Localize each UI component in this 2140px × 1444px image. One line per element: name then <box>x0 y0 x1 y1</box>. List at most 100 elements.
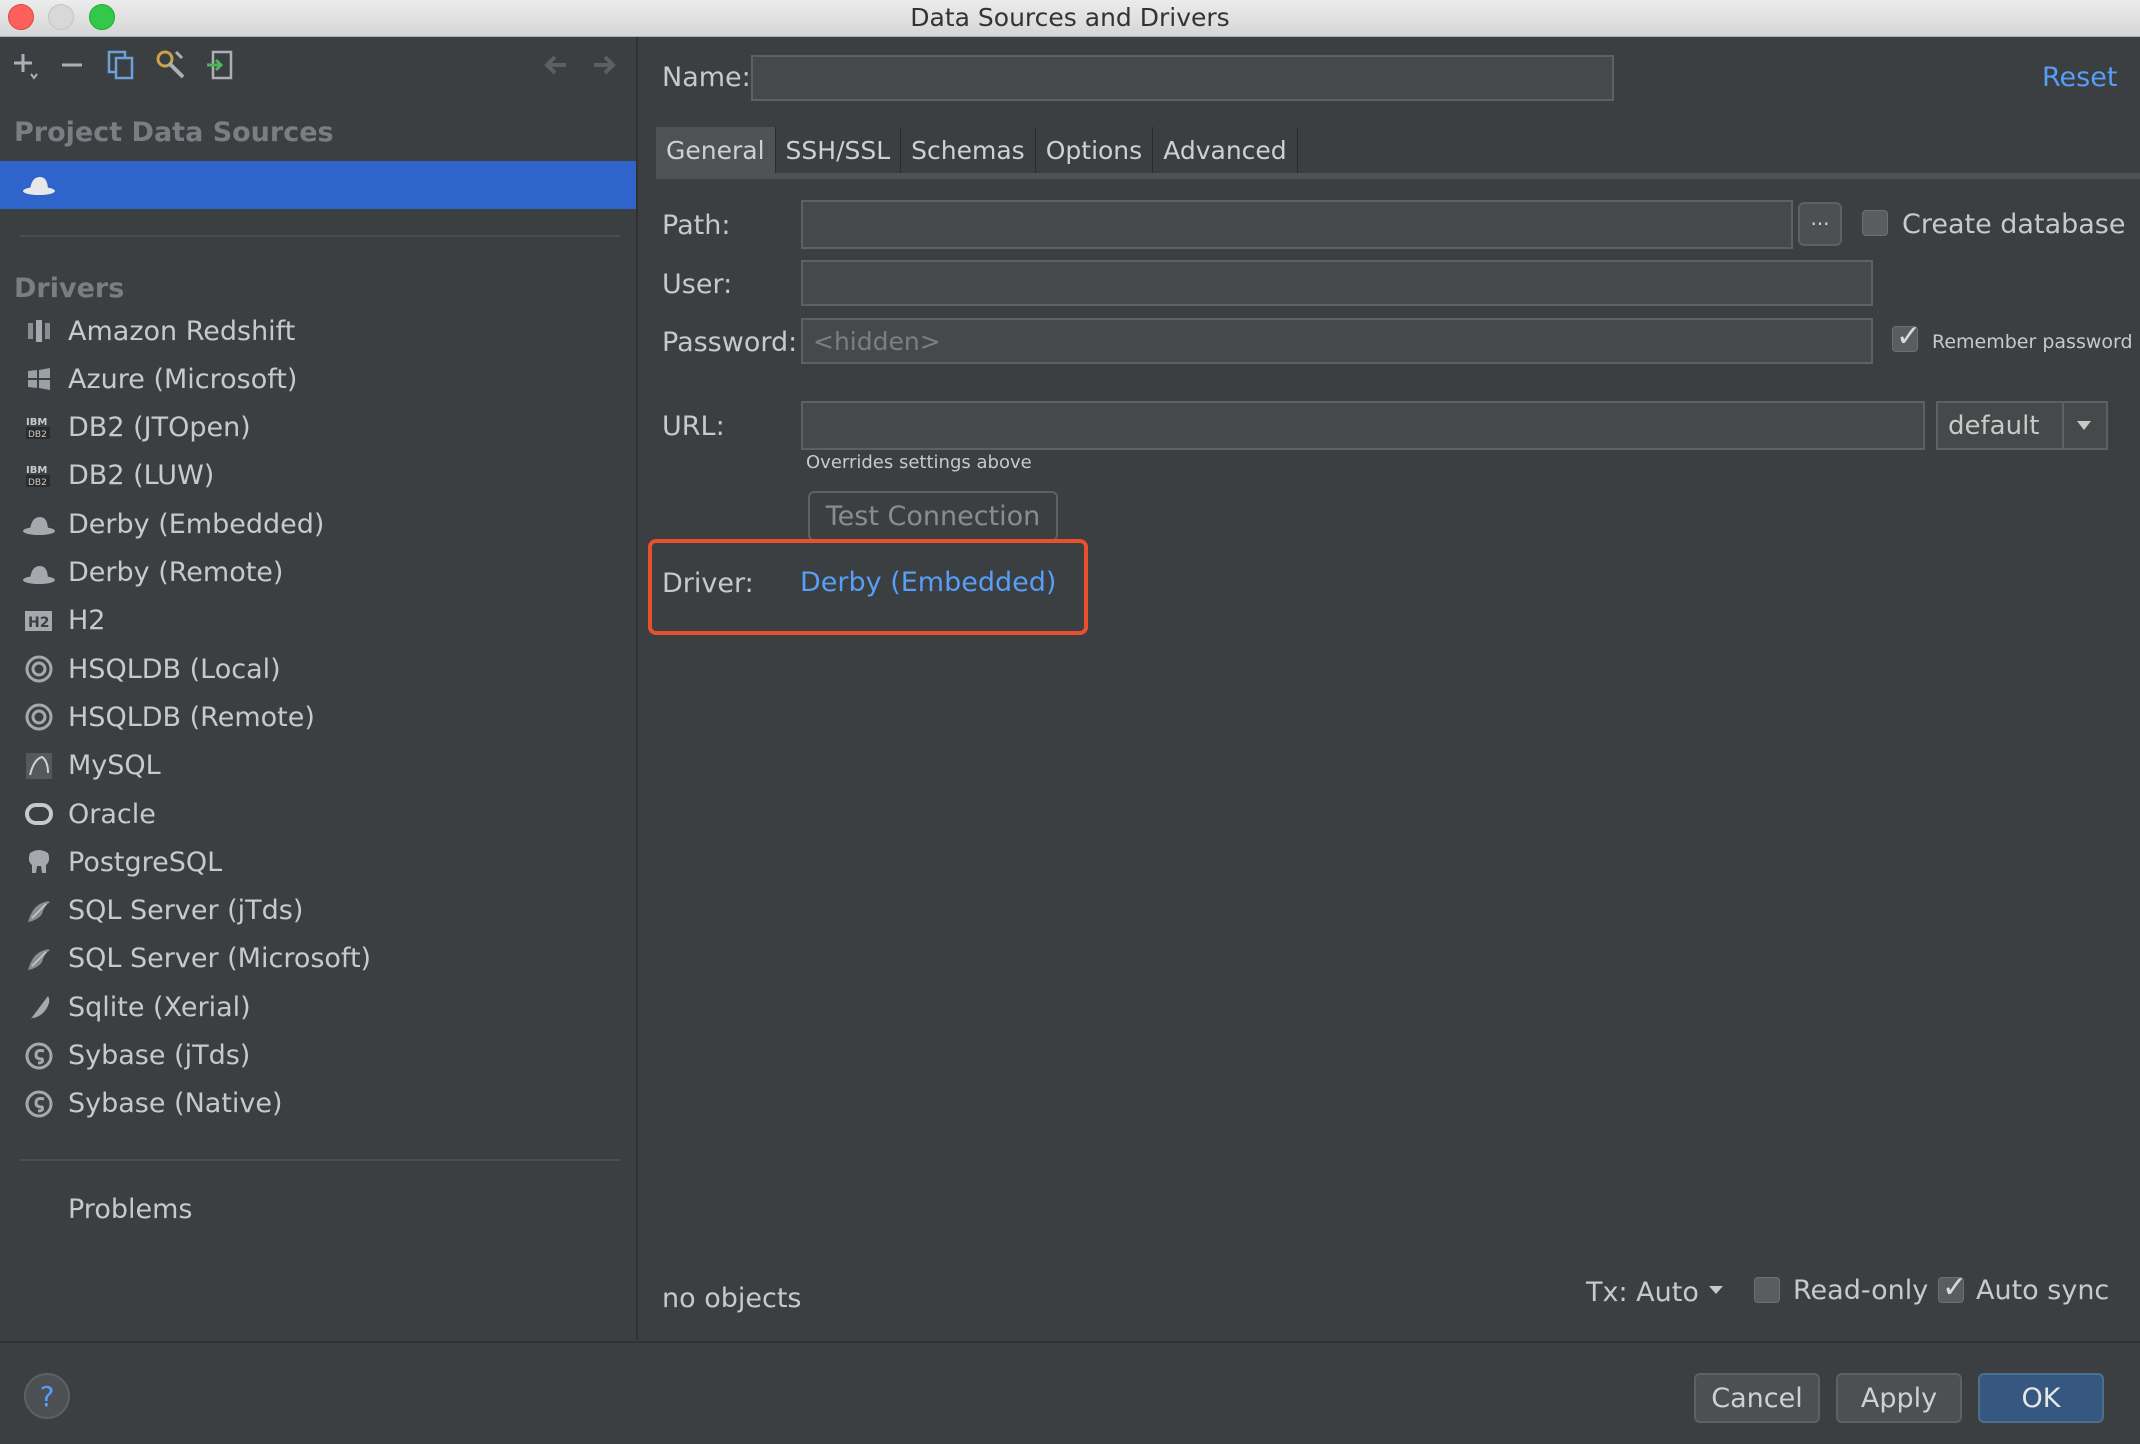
title-bar: Data Sources and Drivers <box>0 0 2140 37</box>
tab-underline <box>656 173 2140 179</box>
help-button[interactable]: ? <box>24 1373 70 1419</box>
remember-password-checkbox[interactable] <box>1892 319 1921 354</box>
sqlserver-icon <box>22 942 56 976</box>
auto-sync-checkbox[interactable] <box>1938 1270 1967 1305</box>
password-label: Password: <box>662 327 798 358</box>
drivers-title: Drivers <box>14 273 125 304</box>
problems-item[interactable]: Problems <box>68 1194 192 1225</box>
url-mode-value: default <box>1948 411 2040 441</box>
create-database-checkbox[interactable] <box>1862 210 1888 236</box>
user-input[interactable] <box>801 260 1873 306</box>
driver-link[interactable]: Derby (Embedded) <box>800 567 1056 598</box>
windows-icon <box>22 362 56 396</box>
apply-button[interactable]: Apply <box>1836 1373 1962 1423</box>
driver-item-label: H2 <box>68 605 106 637</box>
driver-item-label: DB2 (LUW) <box>68 460 215 492</box>
driver-item-label: Sybase (Native) <box>68 1088 283 1120</box>
remove-icon[interactable] <box>52 45 92 85</box>
oracle-icon <box>22 797 56 831</box>
driver-item[interactable]: MySQL <box>0 742 636 790</box>
driver-item[interactable]: Sybase (Native) <box>0 1080 636 1128</box>
tx-mode-dropdown[interactable]: Tx: Auto <box>1586 1272 1725 1312</box>
duplicate-icon[interactable] <box>101 45 141 85</box>
hsqldb-icon <box>22 700 56 734</box>
driver-item[interactable]: Sybase (jTds) <box>0 1032 636 1080</box>
url-mode-select[interactable]: default <box>1936 401 2108 450</box>
chevron-down-icon <box>1707 1281 1725 1303</box>
password-input[interactable] <box>801 318 1873 364</box>
driver-item-label: PostgreSQL <box>68 846 223 878</box>
forward-arrow-icon[interactable] <box>585 45 625 85</box>
driver-item-label: Sybase (jTds) <box>68 1040 251 1071</box>
path-label: Path: <box>662 210 731 241</box>
derby-hat-icon <box>22 169 56 203</box>
main-panel: Name: Reset General SSH/SSL Schemas Opti… <box>638 37 2140 1340</box>
driver-settings-icon[interactable] <box>151 45 191 85</box>
back-arrow-icon[interactable] <box>535 45 575 85</box>
driver-label: Driver: <box>662 568 754 599</box>
auto-sync-label: Auto sync <box>1976 1275 2110 1306</box>
ibm-db2-icon: IBM DB2 <box>22 459 56 493</box>
browse-path-button[interactable]: ··· <box>1798 202 1842 246</box>
reset-link[interactable]: Reset <box>2042 62 2117 93</box>
tab-options[interactable]: Options <box>1036 127 1154 173</box>
sidebar-divider <box>20 235 620 237</box>
driver-item[interactable]: Amazon Redshift <box>0 307 636 355</box>
driver-item[interactable]: H2 H2 <box>0 597 636 645</box>
tab-advanced[interactable]: Advanced <box>1153 127 1298 173</box>
add-icon[interactable] <box>6 45 46 85</box>
url-hint: Overrides settings above <box>806 452 1032 473</box>
driver-item[interactable]: Sqlite (Xerial) <box>0 983 636 1031</box>
h2-icon: H2 <box>22 604 56 638</box>
remember-password-label: Remember password <box>1932 331 2133 353</box>
svg-text:IBM: IBM <box>26 465 47 476</box>
driver-item-label: DB2 (JTOpen) <box>68 412 251 444</box>
driver-item[interactable]: Derby (Remote) <box>0 549 636 597</box>
driver-item[interactable]: PostgreSQL <box>0 838 636 886</box>
ibm-db2-icon: IBM DB2 <box>22 411 56 445</box>
derby-hat-icon <box>22 507 56 541</box>
read-only-label: Read-only <box>1793 1275 1929 1306</box>
tab-ssh-ssl[interactable]: SSH/SSL <box>776 127 902 173</box>
selected-data-source-row[interactable] <box>0 161 636 209</box>
sidebar-divider-bottom <box>20 1159 620 1161</box>
status-text: no objects <box>662 1283 802 1314</box>
name-input[interactable] <box>751 55 1614 101</box>
sidebar: Project Data Sources Drivers Amazon Reds… <box>0 37 638 1340</box>
driver-item-label: Amazon Redshift <box>68 315 296 347</box>
ok-button[interactable]: OK <box>1978 1373 2104 1423</box>
tab-bar: General SSH/SSL Schemas Options Advanced <box>656 127 1298 173</box>
driver-item[interactable]: Oracle <box>0 790 636 838</box>
driver-item-label: Oracle <box>68 798 156 830</box>
dialog-footer: ? Cancel Apply OK <box>0 1341 2140 1444</box>
sidebar-toolbar <box>0 37 636 97</box>
import-icon[interactable] <box>201 45 241 85</box>
read-only-checkbox[interactable] <box>1754 1277 1780 1303</box>
url-input[interactable] <box>801 401 1925 450</box>
driver-item-label: Sqlite (Xerial) <box>68 991 251 1023</box>
driver-item[interactable]: IBM DB2 DB2 (LUW) <box>0 452 636 500</box>
driver-item-label: HSQLDB (Remote) <box>68 701 315 733</box>
name-label: Name: <box>662 62 751 93</box>
tab-schemas[interactable]: Schemas <box>901 127 1036 173</box>
driver-item[interactable]: HSQLDB (Remote) <box>0 693 636 741</box>
path-input[interactable] <box>801 200 1793 249</box>
derby-hat-icon <box>22 556 56 590</box>
sqlserver-icon <box>22 894 56 928</box>
create-database-label: Create database <box>1902 209 2126 240</box>
driver-item[interactable]: Derby (Embedded) <box>0 500 636 548</box>
driver-item-label: Azure (Microsoft) <box>68 363 298 395</box>
cancel-button[interactable]: Cancel <box>1694 1373 1820 1423</box>
driver-item[interactable]: IBM DB2 DB2 (JTOpen) <box>0 404 636 452</box>
tab-general[interactable]: General <box>656 127 776 173</box>
driver-item-label: Derby (Remote) <box>68 557 284 588</box>
postgresql-elephant-icon <box>22 845 56 879</box>
driver-item-label: SQL Server (jTds) <box>68 895 304 927</box>
test-connection-button[interactable]: Test Connection <box>808 491 1058 541</box>
tx-mode-label: Tx: Auto <box>1586 1276 1699 1308</box>
driver-item[interactable]: HSQLDB (Local) <box>0 645 636 693</box>
driver-item[interactable]: SQL Server (Microsoft) <box>0 935 636 983</box>
driver-item[interactable]: SQL Server (jTds) <box>0 887 636 935</box>
driver-item[interactable]: Azure (Microsoft) <box>0 355 636 403</box>
svg-text:DB2: DB2 <box>28 430 47 440</box>
